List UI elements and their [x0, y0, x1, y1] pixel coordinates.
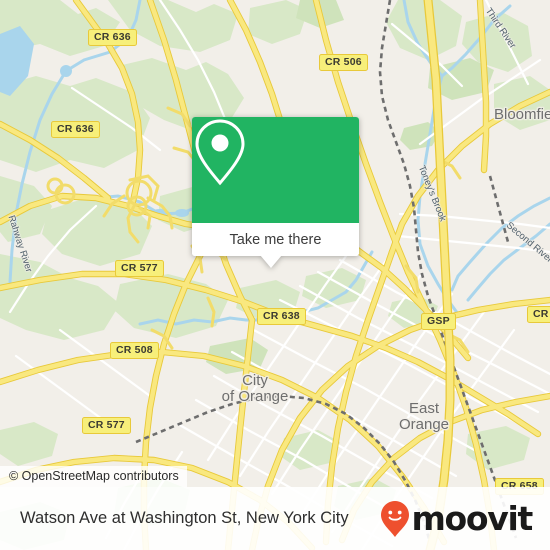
- road-shield[interactable]: CR 508: [110, 342, 159, 359]
- road-shield[interactable]: CR 636: [51, 121, 100, 138]
- footer-bar: Watson Ave at Washington St, New York Ci…: [0, 487, 550, 550]
- road-shield[interactable]: CR 577: [82, 417, 131, 434]
- moovit-wordmark: moovit: [411, 499, 533, 538]
- place-label-line: of Orange: [221, 388, 289, 405]
- place-label-line: Bloomfie: [494, 106, 550, 123]
- place-label-city-of-orange: City of Orange: [211, 373, 299, 405]
- place-label-line: City: [242, 372, 268, 389]
- osm-attribution[interactable]: © OpenStreetMap contributors: [0, 466, 187, 487]
- popup-body: Take me there: [192, 117, 359, 256]
- take-me-there-label: Take me there: [229, 231, 322, 248]
- road-shield[interactable]: CR 636: [88, 29, 137, 46]
- map-canvas[interactable]: CR 636 CR 506 CR 636 CR 577 CR 638 GSP C…: [0, 0, 550, 550]
- moovit-map-screenshot: CR 636 CR 506 CR 636 CR 577 CR 638 GSP C…: [0, 0, 550, 550]
- moovit-smiley-pin-icon: [381, 500, 410, 537]
- road-shield[interactable]: CR 638: [257, 308, 306, 325]
- place-label-bloomfield: Bloomfie: [494, 107, 550, 123]
- popup-marker-area: [192, 117, 359, 223]
- location-popup-card[interactable]: Take me there: [192, 117, 359, 268]
- place-label-line: East: [408, 400, 439, 417]
- road-shield[interactable]: CR: [527, 306, 550, 323]
- map-pin-icon: [195, 119, 245, 186]
- station-title: Watson Ave at Washington St, New York Ci…: [20, 509, 349, 527]
- road-shield[interactable]: CR 506: [319, 54, 368, 71]
- road-shield[interactable]: GSP: [421, 313, 456, 330]
- moovit-logo[interactable]: moovit: [380, 499, 533, 538]
- popup-cta-area[interactable]: Take me there: [192, 223, 359, 256]
- place-label-line: Orange: [398, 416, 450, 433]
- popup-tail: [260, 255, 282, 268]
- road-shield[interactable]: CR 577: [115, 260, 164, 277]
- place-label-east-orange: East Orange: [384, 401, 464, 433]
